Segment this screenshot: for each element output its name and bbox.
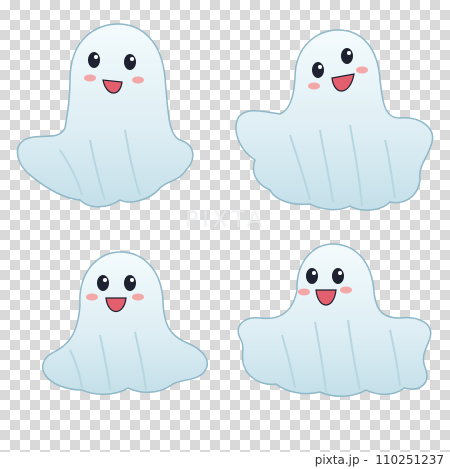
footer-site: pixta.jp: [314, 453, 360, 467]
cheek-left: [84, 74, 96, 82]
eye-left: [88, 52, 100, 68]
footer-credit: pixta.jp - 110251237: [315, 452, 444, 469]
ghost-top-left: [16, 23, 194, 208]
eye-highlight: [130, 57, 134, 61]
footer-separator: -: [363, 453, 368, 467]
cheek-left: [298, 288, 310, 296]
eye-highlight: [130, 278, 134, 282]
footer-image-number: 110251237: [375, 453, 444, 467]
eye-left: [312, 62, 324, 78]
ghost-body: [16, 23, 194, 208]
ghost-top-right: [235, 29, 434, 211]
eye-highlight: [347, 51, 351, 55]
eye-right: [341, 48, 353, 64]
eye-right: [332, 268, 344, 284]
eye-left: [306, 268, 318, 284]
cheek-right: [356, 66, 368, 74]
eye-right: [124, 54, 136, 70]
cheek-right: [132, 293, 144, 301]
eye-highlight: [94, 55, 98, 59]
watermark: PIXTA: [185, 208, 267, 233]
ghost-body: [235, 29, 434, 211]
ghost-bottom-right: [237, 243, 432, 397]
eye-highlight: [312, 271, 316, 275]
ghost-illustrations: [16, 23, 434, 397]
eye-left: [97, 275, 109, 291]
cheek-left: [86, 293, 98, 301]
ghost-body: [237, 243, 432, 397]
ghost-body: [41, 251, 208, 395]
eye-highlight: [103, 278, 107, 282]
cheek-right: [340, 286, 352, 294]
cheek-right: [132, 76, 144, 84]
image-canvas: PIXTA pixta.jp - 110251237: [0, 0, 450, 469]
ghost-bottom-left: [41, 251, 208, 395]
cheek-left: [308, 82, 320, 90]
eye-right: [124, 275, 136, 291]
eye-highlight: [318, 65, 322, 69]
eye-highlight: [338, 271, 342, 275]
